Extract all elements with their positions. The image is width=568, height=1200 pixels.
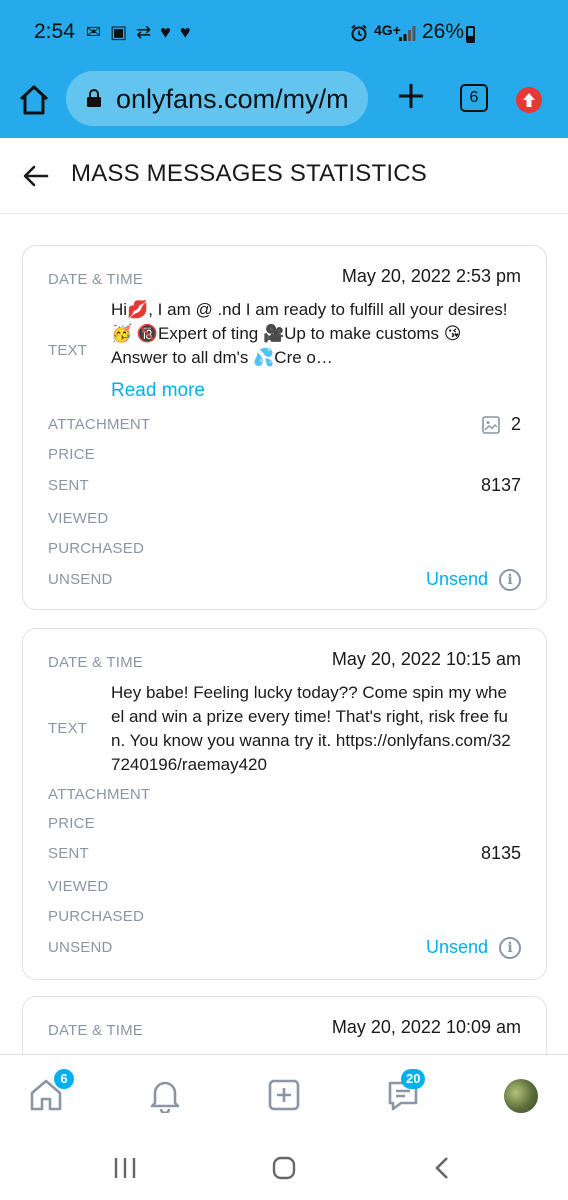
nav-new-post[interactable]	[266, 1077, 302, 1113]
url-text: onlyfans.com/my/m	[116, 84, 349, 114]
nav-home[interactable]: 6	[28, 1069, 74, 1113]
message-stat-card: DATE & TIME May 20, 2022 10:15 am TEXT H…	[22, 628, 547, 980]
image-icon	[482, 416, 500, 434]
sent-label: SENT	[48, 477, 89, 494]
message-text: Hey babe! Feeling lucky today?? Come spi…	[111, 683, 511, 774]
info-icon[interactable]: i	[499, 937, 521, 959]
attachment-label: ATTACHMENT	[48, 786, 151, 803]
tab-switcher-button[interactable]: 6	[460, 84, 488, 112]
home-button-icon[interactable]	[270, 1154, 298, 1182]
battery-icon	[466, 26, 475, 43]
text-label: TEXT	[48, 342, 88, 359]
sent-value: 8137	[480, 475, 521, 495]
sent-label: SENT	[48, 845, 89, 862]
network-type: 4G+	[374, 22, 401, 38]
back-arrow-icon[interactable]	[22, 162, 50, 190]
status-bar: 2:54 ✉ ▣ ⇄ ♥ ♥ 4G+ 26%	[0, 0, 568, 66]
alarm-icon	[351, 24, 367, 42]
date-time-value: May 20, 2022 10:15 am	[331, 649, 521, 669]
date-time-label: DATE & TIME	[48, 271, 143, 288]
attachment-count: 2	[510, 414, 521, 434]
mass-messages-list: DATE & TIME May 20, 2022 2:53 pm TEXT Hi…	[0, 214, 568, 1054]
profile-avatar[interactable]	[504, 1079, 538, 1113]
unsend-label: UNSEND	[48, 571, 113, 588]
message-text: Hi💋, I am @ .nd I am ready to fulfill al…	[111, 300, 508, 367]
arrow-up-icon	[523, 93, 535, 107]
date-time-value: May 20, 2022 10:09 am	[331, 1017, 521, 1037]
nav-messages[interactable]: 20	[385, 1069, 426, 1113]
info-icon[interactable]: i	[499, 569, 521, 591]
messages-badge: 20	[401, 1069, 426, 1089]
text-label: TEXT	[48, 720, 88, 737]
price-label: PRICE	[48, 446, 95, 463]
back-button-icon[interactable]	[430, 1154, 454, 1182]
notification-icons: ✉ ▣ ⇄ ♥ ♥	[86, 22, 193, 42]
message-stat-card: DATE & TIME May 20, 2022 10:09 am	[22, 996, 547, 1054]
status-time: 2:54	[34, 20, 75, 43]
unsend-label: UNSEND	[48, 939, 113, 956]
date-time-label: DATE & TIME	[48, 654, 143, 671]
bell-icon	[150, 1081, 180, 1115]
home-icon[interactable]	[16, 82, 52, 118]
date-time-label: DATE & TIME	[48, 1022, 143, 1039]
attachment-label: ATTACHMENT	[48, 416, 151, 433]
message-stat-card: DATE & TIME May 20, 2022 2:53 pm TEXT Hi…	[22, 245, 547, 610]
url-bar[interactable]: onlyfans.com/my/m	[66, 71, 368, 126]
viewed-label: VIEWED	[48, 878, 109, 895]
home-badge: 6	[54, 1069, 74, 1089]
page-header: MASS MESSAGES STATISTICS	[0, 138, 568, 214]
browser-toolbar: onlyfans.com/my/m 6	[0, 66, 568, 138]
new-tab-icon[interactable]	[395, 80, 427, 112]
price-label: PRICE	[48, 815, 95, 832]
lock-icon	[87, 89, 101, 107]
system-navigation-bar	[0, 1136, 568, 1200]
purchased-label: PURCHASED	[48, 908, 144, 925]
recent-apps-icon[interactable]	[112, 1156, 138, 1180]
date-time-value: May 20, 2022 2:53 pm	[341, 266, 521, 286]
add-post-icon	[268, 1079, 300, 1111]
unsend-button[interactable]: Unsend	[426, 569, 488, 590]
viewed-label: VIEWED	[48, 510, 109, 527]
update-button[interactable]	[516, 87, 542, 113]
purchased-label: PURCHASED	[48, 540, 144, 557]
signal-icon	[399, 26, 416, 41]
bottom-navigation: 6 20	[0, 1054, 568, 1136]
sent-value: 8135	[480, 843, 521, 863]
nav-notifications[interactable]	[147, 1077, 183, 1115]
battery-level: 26%	[422, 20, 465, 43]
read-more-link[interactable]: Read more	[111, 380, 205, 402]
unsend-button[interactable]: Unsend	[426, 937, 488, 958]
page-title: MASS MESSAGES STATISTICS	[71, 160, 427, 187]
